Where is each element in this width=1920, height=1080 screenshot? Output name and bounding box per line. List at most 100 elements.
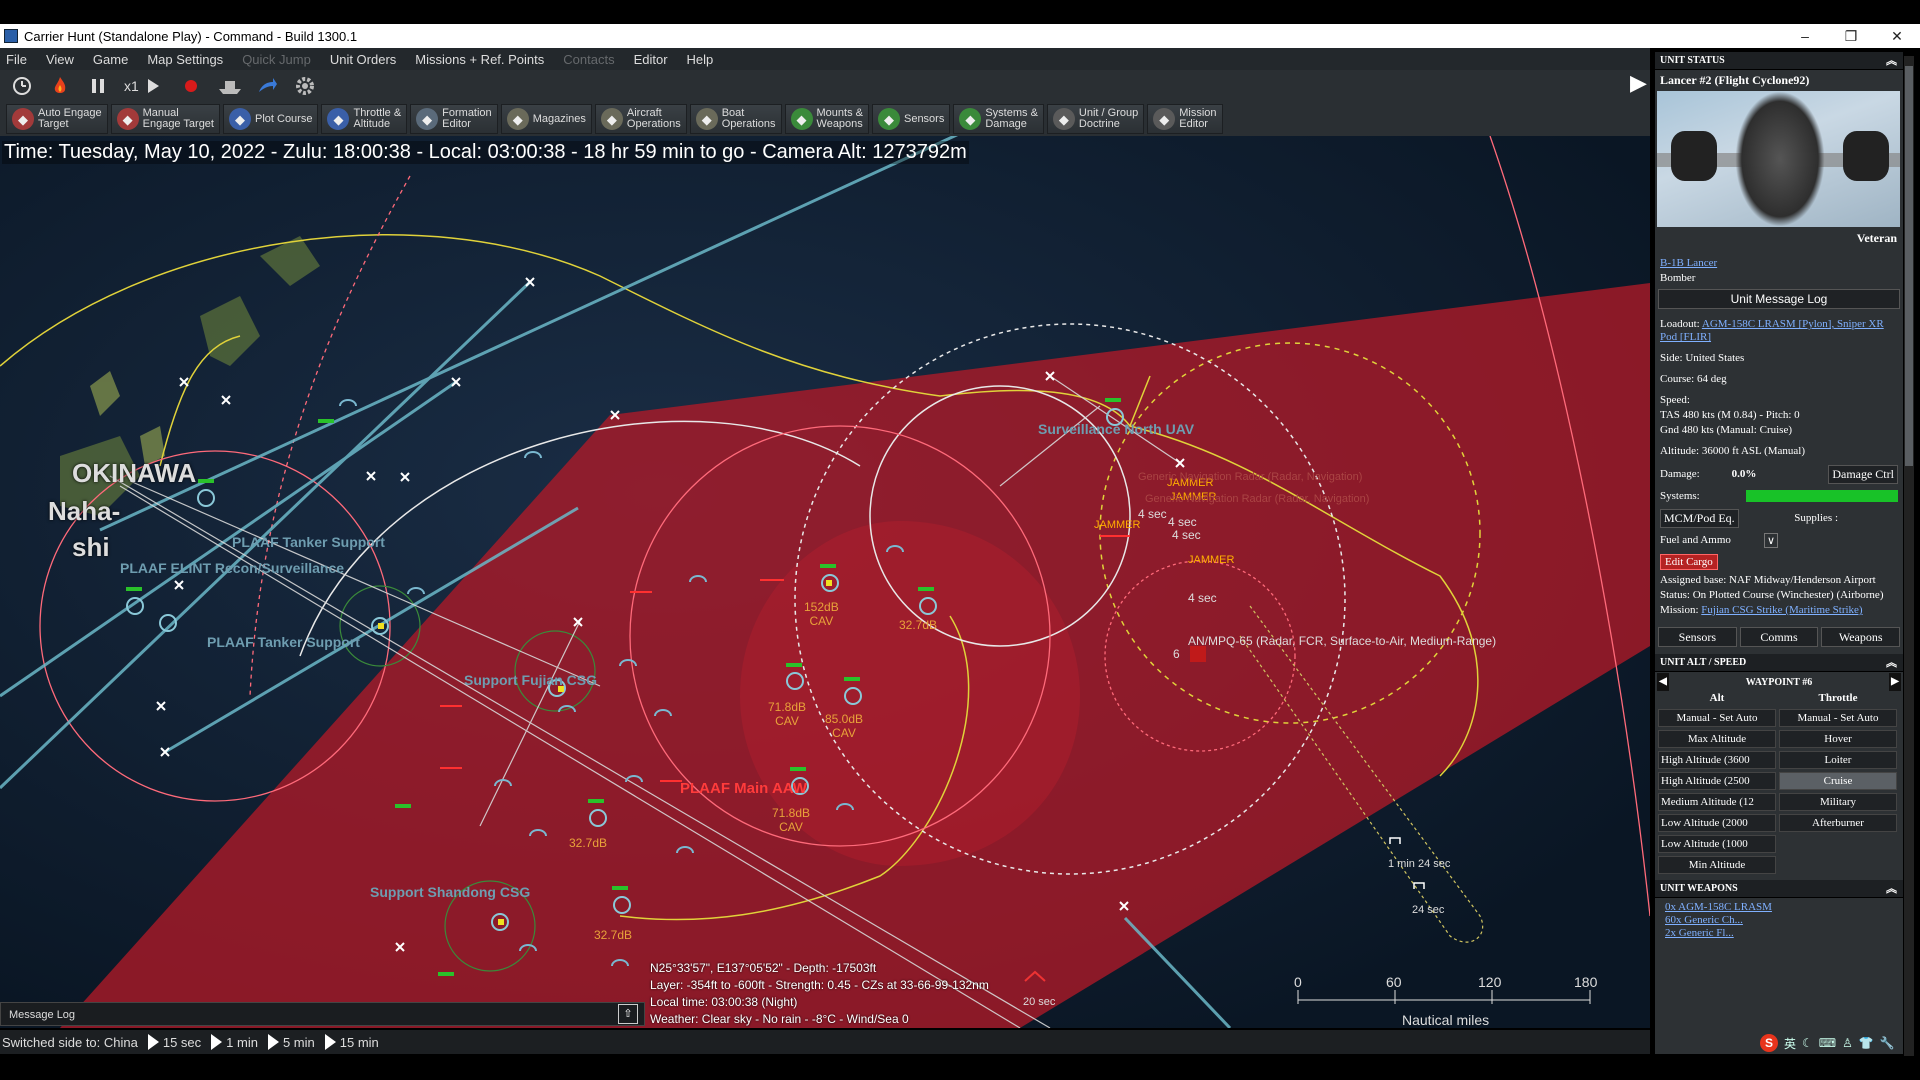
edit-cargo-button[interactable]: Edit Cargo [1660, 554, 1718, 570]
alt-max[interactable]: Max Altitude [1658, 730, 1776, 748]
alt-high-36000[interactable]: High Altitude (3600 [1658, 751, 1776, 769]
weapon-item[interactable]: 60x Generic Ch... [1665, 914, 1893, 927]
alt-speed-header[interactable]: UNIT ALT / SPEED ︽ [1655, 654, 1903, 672]
toolbar-button-formation-editor[interactable]: ◆ Formation Editor [410, 104, 498, 134]
time-compression-1m[interactable]: 1 min [211, 1034, 258, 1050]
message-log[interactable]: Message Log [0, 1002, 645, 1026]
mission-link[interactable]: Fujian CSG Strike (Maritime Strike) [1701, 604, 1862, 616]
speed-multiplier[interactable]: x1 [124, 78, 139, 94]
time-compression-15m[interactable]: 15 min [324, 1034, 379, 1050]
restore-button[interactable]: ❐ [1828, 28, 1874, 45]
group-label-surveillance-uav[interactable]: Surveillance North UAV [1038, 421, 1194, 437]
menu-unit-orders[interactable]: Unit Orders [330, 52, 396, 67]
radar-emission-label: Generic Navigation Radar (Radar, Navigat… [1138, 471, 1363, 483]
tactical-map[interactable]: OKINAWA Naha- shi PLAAF Tanker Support P… [0, 136, 1650, 1028]
menu-game[interactable]: Game [93, 52, 128, 67]
toolbar-button-label: Unit / Group Doctrine [1078, 107, 1139, 130]
toolbar-button-magazines[interactable]: ◆ Magazines [500, 104, 592, 134]
jump-arrow-icon[interactable] [255, 74, 279, 98]
fire-icon[interactable] [48, 74, 72, 98]
panel-scrollbar[interactable] [1904, 56, 1914, 1056]
panel-toggle-arrow-icon[interactable]: ▶ [1630, 70, 1647, 96]
group-label-shandong[interactable]: Support Shandong CSG [370, 884, 530, 900]
map-canvas[interactable] [0, 136, 1650, 1028]
group-label-fujian[interactable]: Support Fujian CSG [464, 672, 597, 688]
scale-tick: 120 [1478, 974, 1502, 990]
prev-waypoint-icon[interactable]: ◀ [1657, 673, 1669, 691]
toolbar-button-systems-damage[interactable]: ◆ Systems & Damage [953, 104, 1044, 134]
group-label-elint[interactable]: PLAAF ELINT Recon/Surveillance [120, 560, 344, 576]
toolbar-button-label: Magazines [532, 112, 586, 125]
weapon-item[interactable]: 0x AGM-158C LRASM [1665, 901, 1893, 914]
throttle-loiter[interactable]: Loiter [1779, 751, 1897, 769]
toolbar-button-unit-group-doctrine[interactable]: ◆ Unit / Group Doctrine [1046, 104, 1145, 134]
keyboard-icon[interactable]: ⌨ [1819, 1036, 1836, 1050]
alt-manual-set-auto[interactable]: Manual - Set Auto [1658, 709, 1776, 727]
throttle-cruise[interactable]: Cruise [1779, 772, 1897, 790]
unit-class-link[interactable]: B-1B Lancer [1660, 257, 1717, 269]
toolbar-button-plot-course[interactable]: ◆ Plot Course [222, 104, 319, 134]
throttle-hover[interactable]: Hover [1779, 730, 1897, 748]
throttle-afterburner[interactable]: Afterburner [1779, 814, 1897, 832]
toolbar-button-auto-engage-target[interactable]: ◆ Auto Engage Target [6, 104, 108, 134]
group-label-tanker-2[interactable]: PLAAF Tanker Support [207, 634, 360, 650]
weapon-item[interactable]: 2x Generic Fl... [1665, 927, 1893, 940]
toolbar-button-aircraft-operations[interactable]: ◆ Aircraft Operations [594, 104, 687, 134]
mcm-pod-button[interactable]: MCM/Pod Eq. [1660, 508, 1739, 528]
alt-low-2000[interactable]: Low Altitude (2000 [1658, 814, 1776, 832]
play-button[interactable] [141, 74, 165, 98]
alt-medium[interactable]: Medium Altitude (12 [1658, 793, 1776, 811]
comms-button[interactable]: Comms [1739, 627, 1819, 647]
toolbar-button-manual-engage-target[interactable]: ◆ Manual Engage Target [110, 104, 220, 134]
alt-high-25000[interactable]: High Altitude (2500 [1658, 772, 1776, 790]
signal-label: 85.0dB CAV [825, 712, 864, 740]
minimize-button[interactable]: – [1782, 28, 1828, 44]
collapse-chevron-icon[interactable]: ︽ [1886, 654, 1897, 672]
weapons-button[interactable]: Weapons [1821, 627, 1901, 647]
toolbar-button-throttle-altitude[interactable]: ◆ Throttle & Altitude [321, 104, 408, 134]
time-compression-5m[interactable]: 5 min [267, 1034, 315, 1050]
ime-s-icon[interactable]: S [1760, 1034, 1778, 1052]
menu-editor[interactable]: Editor [634, 52, 668, 67]
settings-gear-icon[interactable] [293, 74, 317, 98]
close-button[interactable]: ✕ [1874, 28, 1920, 45]
toolbar-button-sensors[interactable]: ◆ Sensors [871, 104, 951, 134]
scrollbar-thumb[interactable] [1905, 66, 1913, 466]
alt-low-1000[interactable]: Low Altitude (1000 [1658, 835, 1776, 853]
person-icon[interactable]: ♙ [1842, 1036, 1853, 1050]
supplies-dropdown-chevron-icon[interactable]: ∨ [1763, 532, 1778, 548]
collapse-chevron-icon[interactable]: ︽ [1886, 880, 1897, 898]
ime-language[interactable]: 英 [1784, 1035, 1796, 1052]
photo-engine [1843, 131, 1889, 181]
menu-missions[interactable]: Missions + Ref. Points [415, 52, 544, 67]
toolbar-button-boat-operations[interactable]: ◆ Boat Operations [689, 104, 782, 134]
message-log-toggle[interactable]: ⇧ [618, 1004, 638, 1024]
unit-status-header[interactable]: UNIT STATUS ︽ [1655, 52, 1903, 70]
group-label-main-aaw[interactable]: PLAAF Main AAW [680, 780, 807, 797]
group-label-tanker-1[interactable]: PLAAF Tanker Support [232, 534, 385, 550]
damage-control-button[interactable]: Damage Ctrl [1828, 464, 1898, 484]
wrench-icon[interactable]: 🔧 [1880, 1036, 1895, 1050]
menu-help[interactable]: Help [687, 52, 714, 67]
unit-weapons-header[interactable]: UNIT WEAPONS ︽ [1655, 880, 1903, 898]
sensors-button[interactable]: Sensors [1658, 627, 1737, 647]
collapse-chevron-icon[interactable]: ︽ [1886, 52, 1897, 70]
throttle-military[interactable]: Military [1779, 793, 1897, 811]
throttle-manual-set-auto[interactable]: Manual - Set Auto [1779, 709, 1897, 727]
pause-button[interactable] [86, 74, 110, 98]
unit-message-log-button[interactable]: Unit Message Log [1658, 289, 1900, 309]
time-compression-15s[interactable]: 15 sec [147, 1034, 201, 1050]
menu-view[interactable]: View [46, 52, 74, 67]
alt-min[interactable]: Min Altitude [1658, 856, 1776, 874]
toolbar-button-mounts-weapons[interactable]: ◆ Mounts & Weapons [784, 104, 869, 134]
menu-file[interactable]: File [6, 52, 27, 67]
record-button[interactable] [179, 74, 203, 98]
clock-icon[interactable] [10, 74, 34, 98]
ship-icon[interactable] [217, 74, 241, 98]
toolbar-button-mission-editor[interactable]: ◆ Mission Editor [1147, 104, 1223, 134]
moon-icon[interactable]: ☾ [1802, 1036, 1813, 1050]
photo-engine [1671, 131, 1717, 181]
shirt-icon[interactable]: 👕 [1859, 1036, 1874, 1050]
menu-map-settings[interactable]: Map Settings [147, 52, 223, 67]
next-waypoint-icon[interactable]: ▶ [1889, 673, 1901, 691]
